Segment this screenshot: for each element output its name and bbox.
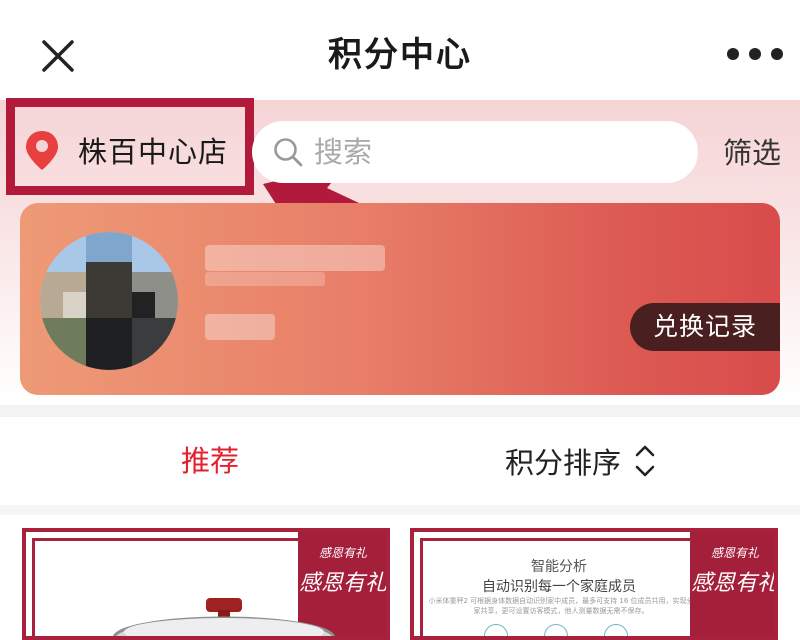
member-name-blurred-secondary xyxy=(205,272,325,286)
search-bar[interactable] xyxy=(252,121,698,183)
more-icon[interactable] xyxy=(725,46,785,62)
avatar[interactable] xyxy=(40,232,178,370)
product-feature-subtitle: 自动识别每一个家庭成员 xyxy=(482,579,636,595)
tab-recommend[interactable]: 推荐 xyxy=(140,417,280,505)
promo-ribbon-small: 感恩有礼 xyxy=(710,546,759,560)
product-card[interactable]: 感恩有礼 感恩有礼 xyxy=(22,528,390,640)
promo-ribbon-text: 感恩有礼 感恩有礼 xyxy=(298,544,386,597)
promo-ribbon-large: 感恩有礼 xyxy=(690,571,778,596)
sort-updown-icon xyxy=(635,445,655,477)
promo-ribbon-text: 感恩有礼 感恩有礼 xyxy=(690,544,778,597)
sort-tabs: 推荐 积分排序 xyxy=(0,417,800,505)
redeem-history-button[interactable]: 兑换记录 xyxy=(630,303,780,351)
section-divider xyxy=(0,405,800,417)
promo-ribbon: 感恩有礼 感恩有礼 xyxy=(690,532,778,636)
product-feature-title: 智能分析 xyxy=(531,559,587,575)
member-name-blurred xyxy=(205,245,385,271)
page-title: 积分中心 xyxy=(328,35,472,75)
filter-button[interactable]: 筛选 xyxy=(712,128,792,178)
product-feature-description: 小米体重秤2 可根据身体数据自动识别家中成员，最多可支持 16 位成员共用，实现… xyxy=(428,597,694,615)
navigation-bar: 积分中心 xyxy=(0,0,800,100)
member-points-blurred xyxy=(205,314,275,340)
promo-ribbon-small: 感恩有礼 xyxy=(318,546,367,560)
product-card[interactable]: 智能分析 自动识别每一个家庭成员 小米体重秤2 可根据身体数据自动识别家中成员，… xyxy=(410,528,778,640)
search-icon xyxy=(274,138,303,167)
product-image xyxy=(112,598,336,636)
search-input[interactable] xyxy=(314,135,674,169)
annotation-highlight-box xyxy=(6,98,254,195)
tab-points-sort[interactable]: 积分排序 xyxy=(505,417,675,505)
tab-points-sort-label: 积分排序 xyxy=(505,446,622,480)
section-divider xyxy=(0,505,800,515)
